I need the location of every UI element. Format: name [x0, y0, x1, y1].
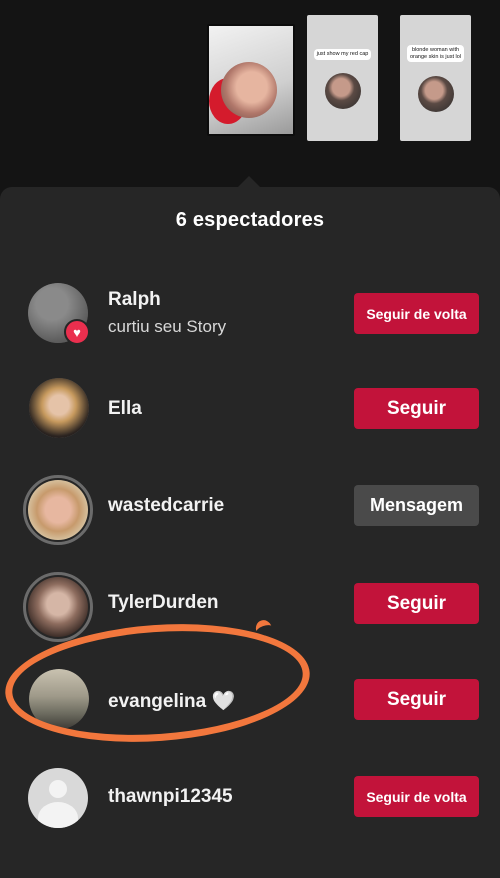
follow-button[interactable]: Seguir [354, 583, 479, 624]
story-thumbnail-strip: just show my red cap blonde woman with o… [0, 0, 500, 188]
viewer-row[interactable]: TylerDurden Seguir [0, 562, 500, 642]
story-thumbnail-3[interactable]: blonde woman with orange skin is just lo… [400, 15, 471, 141]
message-button[interactable]: Mensagem [354, 485, 479, 526]
viewer-activity: curtiu seu Story [108, 317, 227, 336]
selfie-face [221, 62, 277, 118]
heart-icon: ♥ [64, 319, 90, 345]
viewer-row[interactable]: evangelina 🤍 Seguir [0, 658, 500, 738]
sheet-title: 6 espectadores [175, 209, 325, 231]
viewer-name[interactable]: thawnpi12345 [108, 786, 233, 808]
story-photo [417, 76, 454, 112]
viewer-name[interactable]: wastedcarrie [108, 495, 224, 517]
story-thumbnail-current[interactable] [207, 24, 295, 136]
follow-button[interactable]: Seguir [354, 679, 479, 720]
viewer-row[interactable]: wastedcarrie Mensagem [0, 465, 500, 545]
story-photo [324, 73, 361, 109]
viewer-row[interactable]: thawnpi12345 Seguir de volta [0, 754, 500, 834]
viewer-name[interactable]: Ralph [108, 289, 161, 311]
story-caption: just show my red cap [314, 49, 371, 60]
viewers-sheet: 6 espectadores ♥ Ralph curtiu seu Story … [0, 187, 500, 878]
default-avatar-icon[interactable] [28, 768, 88, 828]
avatar-story-ring[interactable] [23, 572, 93, 642]
avatar-story-ring[interactable] [23, 475, 93, 545]
follow-back-button[interactable]: Seguir de volta [354, 776, 479, 817]
avatar[interactable] [29, 669, 89, 729]
viewer-row[interactable]: ♥ Ralph curtiu seu Story Seguir de volta [0, 269, 500, 349]
story-caption: blonde woman with orange skin is just lo… [407, 45, 464, 62]
viewer-row[interactable]: Ella Seguir [0, 367, 500, 447]
viewer-name[interactable]: Ella [108, 398, 142, 420]
story-thumbnail-2[interactable]: just show my red cap [307, 15, 378, 141]
follow-back-button[interactable]: Seguir de volta [354, 293, 479, 334]
viewer-name[interactable]: evangelina 🤍 [108, 689, 235, 713]
avatar[interactable] [29, 378, 89, 438]
viewer-name[interactable]: TylerDurden [108, 592, 219, 614]
follow-button[interactable]: Seguir [354, 388, 479, 429]
